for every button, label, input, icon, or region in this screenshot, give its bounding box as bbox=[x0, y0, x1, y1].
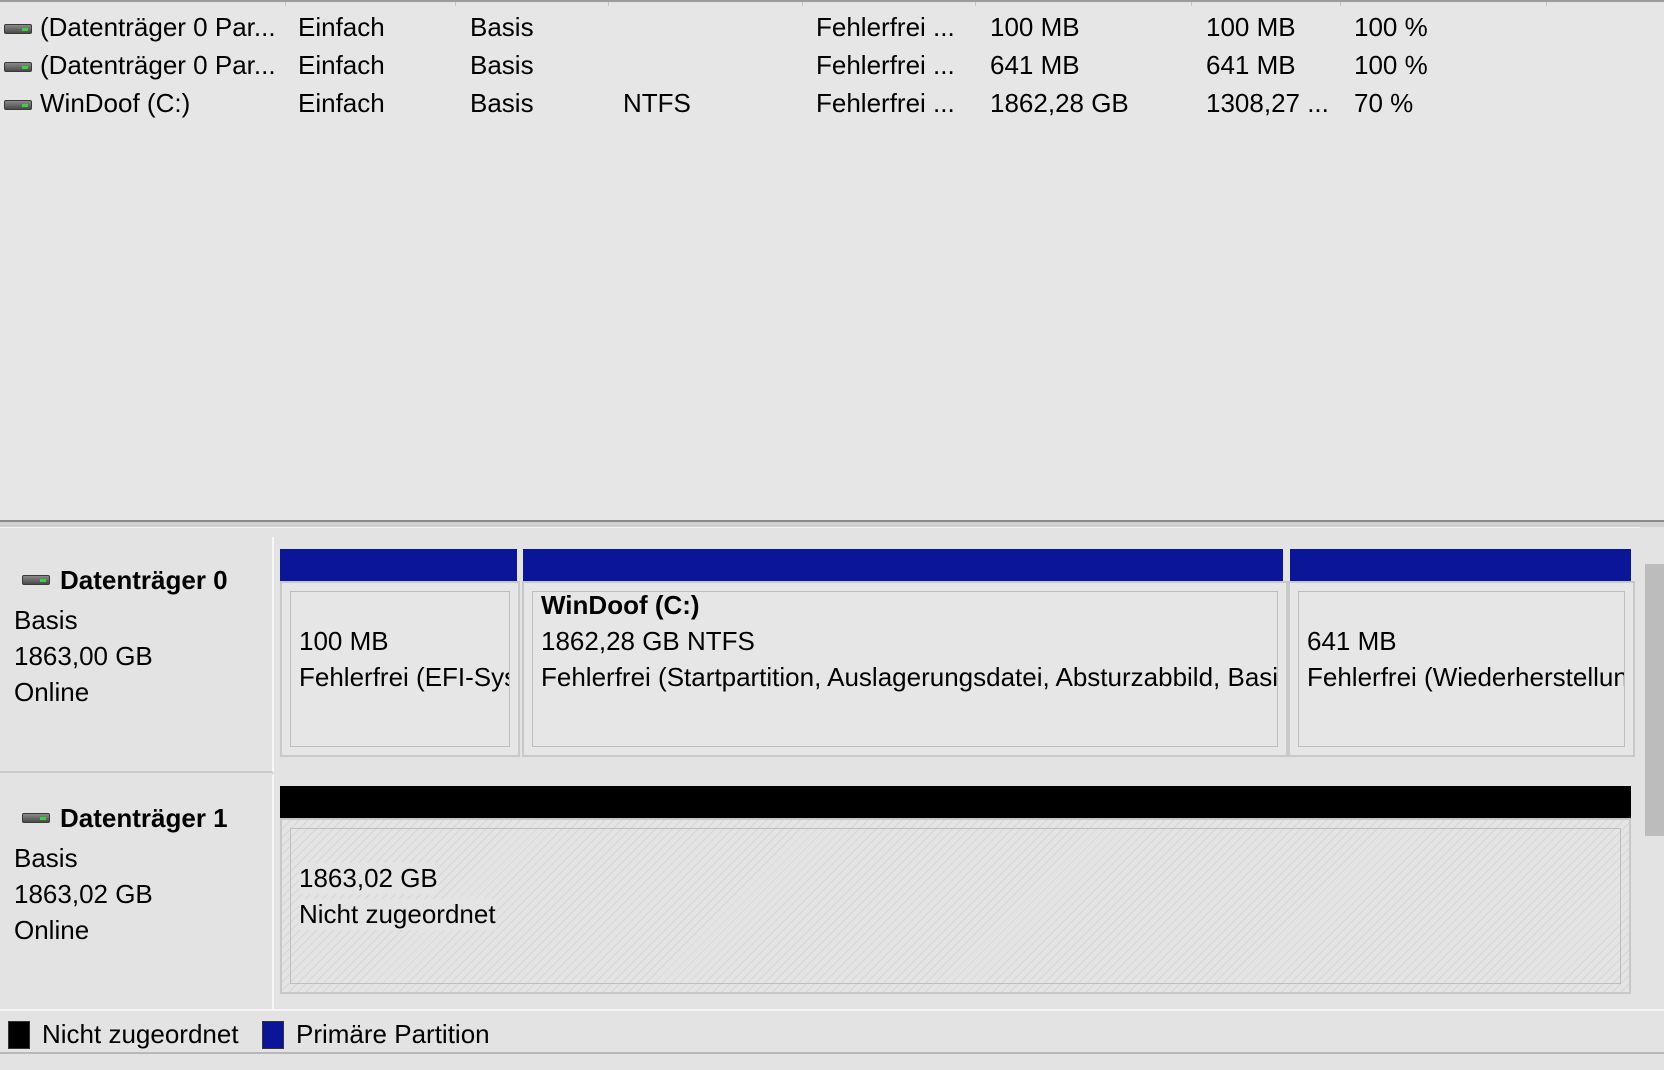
partition-status: Fehlerfrei (Startpartition, Auslagerungs… bbox=[541, 662, 1278, 692]
partition-size: 1862,28 GB NTFS bbox=[541, 626, 755, 656]
drive-icon bbox=[4, 100, 32, 110]
column-separator[interactable] bbox=[1546, 2, 1547, 6]
disk-name: Datenträger 0 bbox=[60, 565, 228, 595]
scrollbar-thumb[interactable] bbox=[1645, 564, 1664, 836]
volume-capacity: 641 MB bbox=[990, 50, 1080, 80]
column-separator[interactable] bbox=[975, 2, 976, 6]
volume-type: Basis bbox=[470, 88, 534, 118]
column-separator[interactable] bbox=[455, 2, 456, 6]
partition-bar-primary bbox=[523, 549, 1283, 581]
partition-size: 100 MB bbox=[299, 626, 389, 656]
legend-swatch-primary bbox=[262, 1021, 284, 1049]
disk-size: 1863,00 GB bbox=[14, 641, 153, 671]
partition-size: 1863,02 GB bbox=[299, 863, 438, 894]
partition-efi[interactable]: 100 MB Fehlerfrei (EFI-System bbox=[280, 581, 520, 757]
volume-type: Basis bbox=[470, 12, 534, 42]
volume-capacity: 100 MB bbox=[990, 12, 1080, 42]
column-separator[interactable] bbox=[802, 2, 803, 6]
volume-layout: Einfach bbox=[298, 12, 385, 42]
partition-size: 641 MB bbox=[1307, 626, 1397, 656]
volume-row[interactable]: WinDoof (C:) Einfach Basis NTFS Fehlerfr… bbox=[0, 84, 1664, 122]
drive-icon bbox=[4, 24, 32, 34]
disk-0-label[interactable]: Datenträger 0 Basis 1863,00 GB Online bbox=[0, 537, 274, 773]
disk-size: 1863,02 GB bbox=[14, 879, 153, 909]
volume-layout: Einfach bbox=[298, 88, 385, 118]
legend-label: Primäre Partition bbox=[296, 1019, 490, 1049]
volume-free-percent: 100 % bbox=[1354, 12, 1428, 42]
volume-free-percent: 70 % bbox=[1354, 88, 1414, 118]
volume-status: Fehlerfrei ... bbox=[816, 50, 955, 80]
partition-status: Nicht zugeordnet bbox=[299, 899, 496, 930]
volume-name: WinDoof (C:) bbox=[40, 88, 191, 118]
partition-unallocated[interactable]: 1863,02 GB Nicht zugeordnet bbox=[280, 818, 1631, 994]
divider bbox=[0, 1052, 1664, 1054]
partition-title: WinDoof (C:) bbox=[541, 591, 700, 620]
volume-row[interactable]: (Datenträger 0 Par... Einfach Basis Fehl… bbox=[0, 46, 1664, 84]
drive-icon bbox=[22, 813, 50, 823]
volume-capacity: 1862,28 GB bbox=[990, 88, 1129, 118]
volume-list: (Datenträger 0 Par... Einfach Basis Fehl… bbox=[0, 0, 1664, 520]
partition-bar-primary bbox=[280, 549, 517, 581]
partition-status: Fehlerfrei (Wiederherstellungspartition) bbox=[1307, 662, 1625, 692]
partition-status: Fehlerfrei (EFI-System bbox=[299, 662, 509, 692]
partition-windoof-c[interactable]: WinDoof (C:) 1862,28 GB NTFS Fehlerfrei … bbox=[522, 581, 1288, 757]
disk-state: Online bbox=[14, 915, 90, 945]
column-separator[interactable] bbox=[1191, 2, 1192, 6]
disk-1-label[interactable]: Datenträger 1 Basis 1863,02 GB Online bbox=[0, 775, 274, 1011]
volume-filesystem: NTFS bbox=[623, 88, 691, 118]
drive-icon bbox=[4, 62, 32, 72]
volume-free: 641 MB bbox=[1206, 50, 1296, 80]
volume-free: 1308,27 ... bbox=[1206, 88, 1329, 118]
disk-graphical-view: Datenträger 0 Basis 1863,00 GB Online 10… bbox=[0, 527, 1664, 1011]
volume-filesystem bbox=[623, 46, 793, 84]
column-separator[interactable] bbox=[608, 2, 609, 6]
volume-free: 100 MB bbox=[1206, 12, 1296, 42]
disk-type: Basis bbox=[14, 605, 78, 635]
legend-swatch-unallocated bbox=[8, 1021, 30, 1049]
legend: Nicht zugeordnet Primäre Partition bbox=[0, 1009, 1664, 1070]
partition-recovery[interactable]: 641 MB Fehlerfrei (Wiederherstellungspar… bbox=[1288, 581, 1635, 757]
volume-row[interactable]: (Datenträger 0 Par... Einfach Basis Fehl… bbox=[0, 8, 1664, 46]
volume-layout: Einfach bbox=[298, 50, 385, 80]
column-separator[interactable] bbox=[285, 2, 286, 6]
volume-status: Fehlerfrei ... bbox=[816, 12, 955, 42]
legend-label: Nicht zugeordnet bbox=[42, 1019, 239, 1049]
partition-bar-unallocated bbox=[280, 786, 1631, 818]
volume-filesystem bbox=[623, 8, 793, 46]
volume-free-percent: 100 % bbox=[1354, 50, 1428, 80]
column-separator[interactable] bbox=[1340, 2, 1341, 6]
drive-icon bbox=[22, 575, 50, 585]
disk-type: Basis bbox=[14, 843, 78, 873]
volume-name: (Datenträger 0 Par... bbox=[40, 12, 276, 42]
partition-bar-primary bbox=[1290, 549, 1631, 581]
volume-type: Basis bbox=[470, 50, 534, 80]
disk-name: Datenträger 1 bbox=[60, 803, 228, 833]
volume-status: Fehlerfrei ... bbox=[816, 88, 955, 118]
volume-name: (Datenträger 0 Par... bbox=[40, 50, 276, 80]
disk-state: Online bbox=[14, 677, 90, 707]
